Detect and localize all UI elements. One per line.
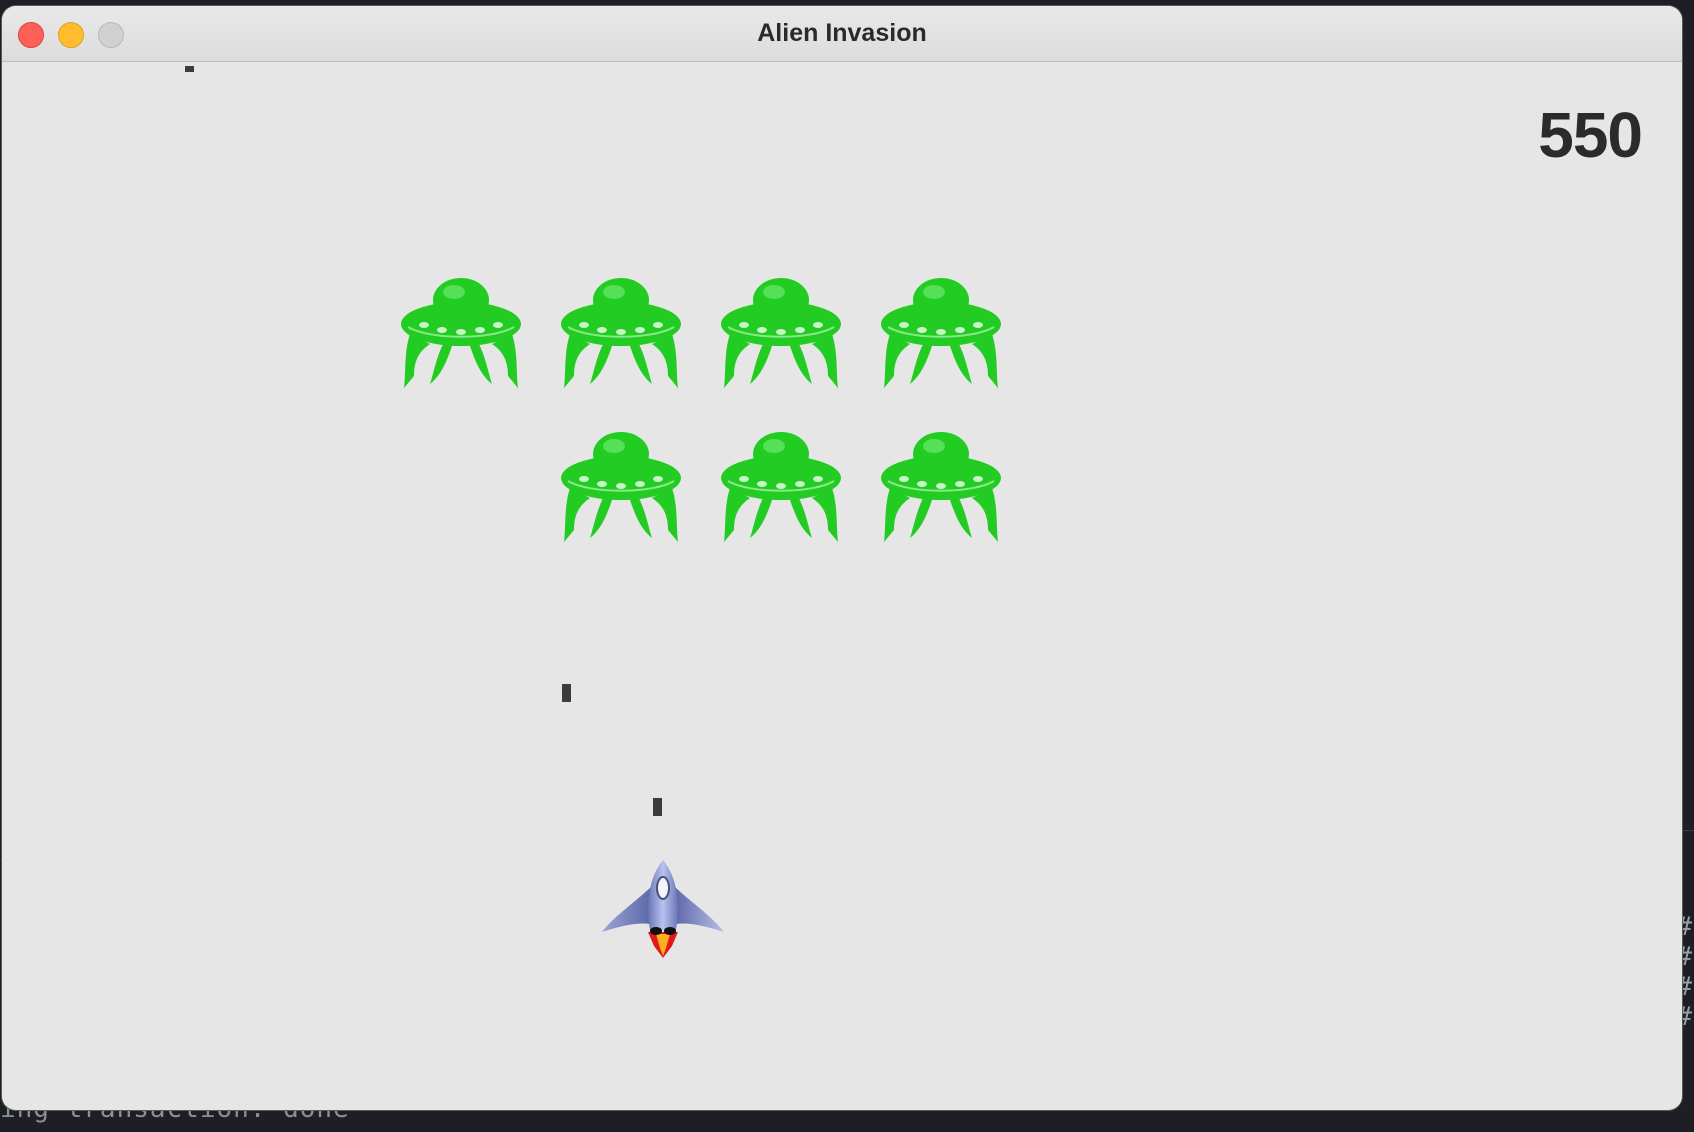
title-bar: Alien Invasion bbox=[2, 6, 1682, 62]
bullet bbox=[185, 66, 194, 72]
alien-ufo-icon bbox=[720, 277, 842, 388]
alien-ufo-icon bbox=[560, 277, 682, 388]
bullet bbox=[562, 684, 571, 702]
terminal-divider bbox=[1680, 830, 1694, 831]
window-title: Alien Invasion bbox=[757, 19, 927, 47]
alien-ufo-icon bbox=[400, 277, 522, 388]
alien-ufo-icon bbox=[880, 431, 1002, 542]
alien-ufo-icon bbox=[880, 277, 1002, 388]
game-canvas[interactable]: 550 bbox=[2, 62, 1682, 1110]
rocket-ship-icon bbox=[602, 860, 724, 958]
game-window: Alien Invasion 550 bbox=[2, 6, 1682, 1110]
alien-ufo-icon bbox=[560, 431, 682, 542]
score-display: 550 bbox=[1538, 99, 1643, 171]
alien-ufo-icon bbox=[720, 431, 842, 542]
bullet bbox=[653, 798, 662, 816]
